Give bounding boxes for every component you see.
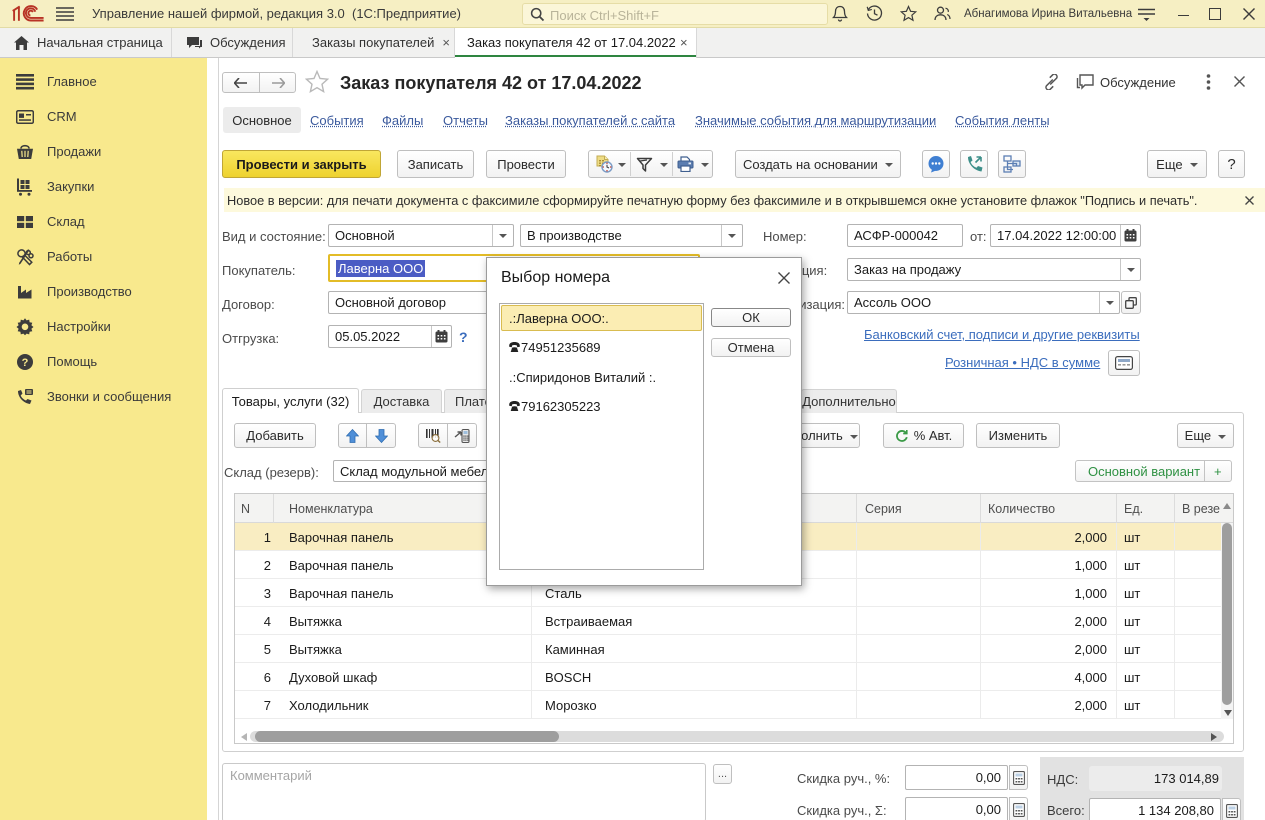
svg-text:?: ? [22, 357, 29, 369]
